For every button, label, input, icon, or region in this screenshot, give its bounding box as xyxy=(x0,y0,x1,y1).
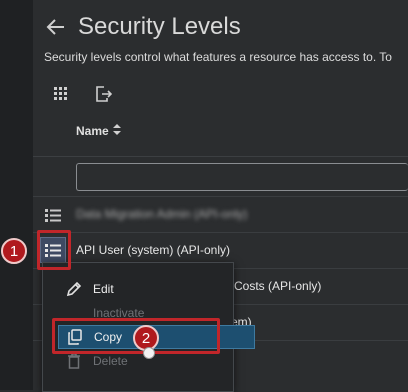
name-filter-input[interactable] xyxy=(76,163,408,191)
header-divider xyxy=(33,156,408,157)
menu-item-edit[interactable]: Edit xyxy=(43,277,233,301)
page-header: Security Levels xyxy=(46,12,241,42)
row-name: Data Migration Admin (API-only) xyxy=(76,207,248,221)
column-header-name[interactable]: Name xyxy=(76,124,121,138)
export-icon[interactable] xyxy=(93,84,113,104)
back-arrow-icon[interactable] xyxy=(46,16,68,38)
table-row[interactable]: Data Migration Admin (API-only) xyxy=(33,196,408,233)
mouse-cursor xyxy=(143,347,155,359)
column-header-label: Name xyxy=(76,124,109,138)
row-name: API User (system) (API-only) xyxy=(76,243,231,257)
grid-icon[interactable] xyxy=(51,84,71,104)
left-navigation-rail xyxy=(0,0,33,390)
row-menu-icon[interactable] xyxy=(43,206,63,224)
menu-item-label: Delete xyxy=(93,354,128,368)
trash-icon xyxy=(64,351,84,371)
menu-item-label: Edit xyxy=(93,282,114,296)
page-description: Security levels control what features a … xyxy=(44,50,392,64)
callout-badge: 1 xyxy=(1,238,27,264)
callout-highlight-row-menu xyxy=(37,230,71,270)
row-name: Costs (API-only) xyxy=(234,279,322,293)
pencil-icon xyxy=(64,279,84,299)
page-title: Security Levels xyxy=(78,13,241,40)
sort-icon[interactable] xyxy=(112,124,121,138)
